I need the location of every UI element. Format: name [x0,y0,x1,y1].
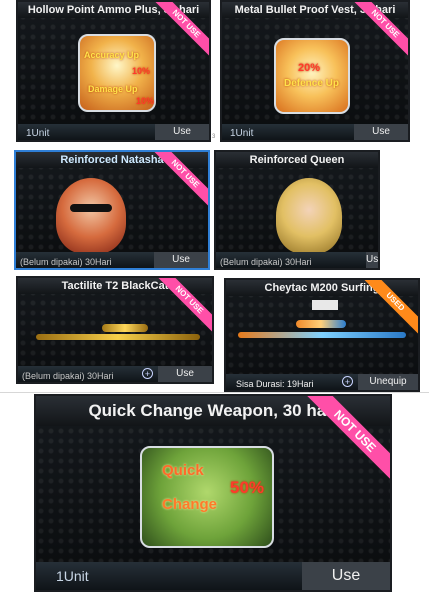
sniper-rifle-icon [36,334,200,340]
duration-text: (Belum dipakai) 30Hari [220,257,312,267]
character-portrait [276,178,342,254]
defence-value: 20% [298,62,321,74]
edge-marker: 3 [212,134,216,140]
duration-text: (Belum dipakai) 30Hari [22,371,114,381]
use-button[interactable]: Use [354,124,408,140]
accuracy-value: 10% [132,66,151,76]
change-label: Change [162,496,218,513]
item-card-reinforced-queen[interactable]: Reinforced Queen (Belum dipakai) 30Hari … [214,150,380,270]
use-button[interactable]: Use [155,124,209,140]
quick-label: Quick [162,462,204,479]
use-button[interactable]: Use [366,252,378,268]
use-button[interactable]: Use [154,252,208,268]
unit-count: 1Unit [230,128,254,139]
rifle-scope-icon [102,324,148,332]
sniper-rifle-icon [238,332,406,338]
item-card-reinforced-natasha[interactable]: Reinforced Natasha NOT USE (Belum dipaka… [14,150,210,270]
use-button[interactable]: Use [302,562,390,590]
damage-label: Damage Up [88,84,138,94]
unequip-button[interactable]: Unequip [358,374,418,390]
item-card-cheytac-m200[interactable]: Cheytac M200 Surfing USED Sisa Durasi: 1… [224,278,420,392]
damage-value: 10% [136,96,155,106]
vest-boost-icon [274,38,350,114]
quick-value: 50% [230,478,265,497]
duration-text: (Belum dipakai) 30Hari [20,257,112,267]
accuracy-label: Accuracy Up [84,50,140,60]
plus-icon[interactable]: + [142,368,153,379]
camo-icons [312,300,338,310]
unit-count: 1Unit [26,128,50,139]
character-portrait [56,178,126,254]
section-divider [0,392,429,393]
item-card-tactilite-t2[interactable]: Tactilite T2 BlackCat NOT USE (Belum dip… [16,276,214,384]
unit-count: 1Unit [56,568,89,584]
sunglasses-icon [70,204,112,212]
item-card-quick-change-weapon[interactable]: Quick Change Weapon, 30 hari NOT USE Qui… [34,394,392,592]
item-title: Reinforced Queen [216,152,378,168]
rifle-scope-icon [296,320,346,328]
remaining-duration: Sisa Durasi: 19Hari [236,379,314,389]
item-card-hollow-point[interactable]: Hollow Point Ammo Plus, 30 hari NOT USE … [16,0,211,142]
item-card-bullet-proof-vest[interactable]: Metal Bullet Proof Vest, 30 hari NOT USE… [220,0,410,142]
defence-label: Defence Up [284,78,340,89]
plus-icon[interactable]: + [342,376,353,387]
use-button[interactable]: Use [158,366,212,382]
